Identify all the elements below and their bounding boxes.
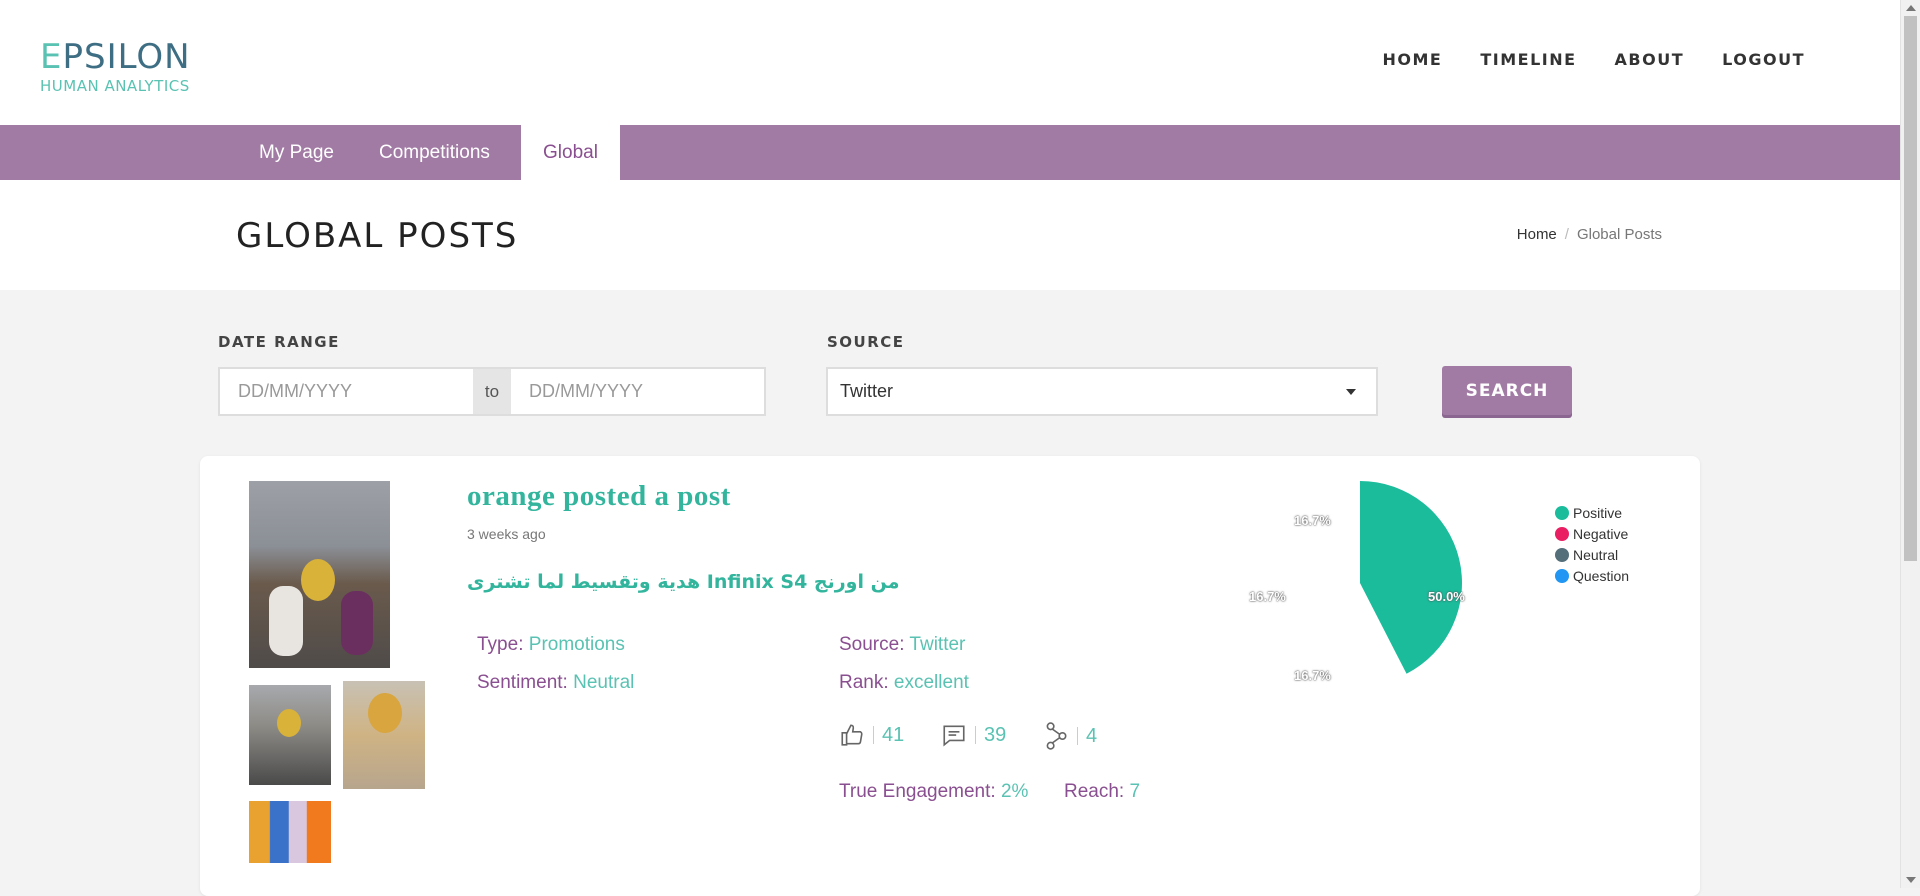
post-image-4[interactable] [249, 801, 331, 863]
caret-down-icon [1346, 389, 1356, 395]
post-source-label: Source: [839, 634, 905, 655]
comments-stat: 39 [941, 722, 1006, 748]
legend-dot [1555, 526, 1569, 541]
scrollbar-thumb[interactable] [1904, 16, 1917, 561]
top-header: EPSILON HUMAN ANALYTICS HOME TIMELINE AB… [0, 0, 1900, 125]
date-from-input[interactable] [220, 369, 473, 414]
post-title[interactable]: orange posted a post [467, 480, 731, 513]
post-rank: Rank: excellent [839, 672, 969, 694]
share-icon [1046, 722, 1067, 750]
reach: Reach: 7 [1064, 781, 1140, 803]
post-image-2[interactable] [249, 685, 331, 785]
breadcrumb-home[interactable]: Home [1517, 226, 1557, 243]
tab-my-page[interactable]: My Page [237, 125, 356, 180]
search-button[interactable]: SEARCH [1442, 366, 1572, 415]
person-shape [269, 586, 303, 656]
main-nav: HOME TIMELINE ABOUT LOGOUT [1383, 50, 1806, 69]
legend-dot [1555, 505, 1569, 520]
post-sentiment-value: Neutral [573, 672, 635, 693]
mascot-head-shape [277, 709, 301, 737]
breadcrumb: Home / Global Posts [1517, 226, 1662, 243]
reach-value: 7 [1129, 781, 1141, 802]
pie-label-neutral: 16.7% [1249, 589, 1286, 604]
post-type: Type: Promotions [477, 634, 625, 656]
legend-label: Question [1573, 567, 1630, 584]
stat-divider [873, 726, 874, 744]
breadcrumb-current: Global Posts [1576, 226, 1662, 243]
logo-sub-text: HUMAN ANALYTICS [40, 77, 190, 95]
post-image-main[interactable] [249, 481, 390, 668]
mascot-head-shape [301, 559, 335, 601]
thumbs-up-icon [841, 724, 863, 746]
breadcrumb-separator: / [1564, 226, 1569, 243]
post-image-3[interactable] [343, 681, 425, 789]
likes-stat: 41 [839, 722, 904, 748]
logo-rest: PSILON [62, 37, 191, 77]
date-range-label: DATE RANGE [218, 333, 340, 351]
tab-global[interactable]: Global [521, 125, 620, 180]
engagement-value: 2% [1000, 781, 1029, 802]
legend-dot [1555, 568, 1569, 583]
mascot-head-shape [368, 693, 402, 733]
pie-label-question: 16.7% [1294, 668, 1331, 683]
person-shape [341, 591, 373, 655]
stat-divider [1077, 727, 1078, 745]
nav-logout[interactable]: LOGOUT [1722, 50, 1805, 69]
pie-slice-positive[interactable] [1360, 481, 1462, 674]
likes-count: 41 [882, 723, 905, 746]
legend-item-question[interactable]: Question [1555, 565, 1629, 586]
engagement-label: True Engagement: [839, 781, 996, 802]
legend-label: Negative [1573, 525, 1629, 542]
post-rank-label: Rank: [839, 672, 889, 693]
date-to-input[interactable] [511, 369, 764, 414]
logo-e: E [40, 37, 63, 77]
post-rank-value: excellent [893, 672, 969, 693]
scroll-down-arrow-icon[interactable] [1906, 877, 1916, 883]
pie-legend: Positive Negative Neutral Question [1555, 502, 1629, 586]
source-label: SOURCE [827, 333, 905, 351]
nav-about[interactable]: ABOUT [1615, 50, 1685, 69]
post-sentiment: Sentiment: Neutral [477, 672, 634, 694]
tab-competitions[interactable]: Competitions [357, 125, 512, 180]
post-card: orange posted a post 3 weeks ago من اورن… [200, 456, 1700, 896]
comments-count: 39 [984, 723, 1007, 746]
comment-icon [943, 725, 965, 747]
tab-bar: My Page Competitions Global [0, 125, 1900, 180]
nav-home[interactable]: HOME [1383, 50, 1443, 69]
page-title: GLOBAL POSTS [236, 216, 519, 256]
post-type-value: Promotions [528, 634, 625, 655]
logo-main-text: EPSILON [40, 40, 191, 74]
stat-divider [975, 726, 976, 744]
post-text: من اورنج Infinix S4 هدية وتقسيط لما تشتر… [467, 571, 900, 593]
source-select-value: Twitter [840, 381, 894, 401]
date-to-separator: to [473, 369, 511, 414]
scroll-up-arrow-icon[interactable] [1906, 5, 1916, 11]
page-scrollbar[interactable] [1900, 0, 1920, 888]
pie-label-positive: 50.0% [1428, 589, 1465, 604]
post-time: 3 weeks ago [467, 526, 546, 542]
nav-timeline[interactable]: TIMELINE [1480, 50, 1576, 69]
date-range-group: to [218, 367, 766, 416]
shares-count: 4 [1086, 724, 1098, 747]
post-sentiment-label: Sentiment: [477, 672, 568, 693]
title-band: GLOBAL POSTS Home / Global Posts [0, 180, 1900, 290]
post-source: Source: Twitter [839, 634, 965, 656]
legend-item-positive[interactable]: Positive [1555, 502, 1629, 523]
reach-label: Reach: [1064, 781, 1125, 802]
true-engagement: True Engagement: 2% [839, 781, 1028, 803]
shares-stat: 4 [1043, 722, 1097, 750]
pie-label-negative: 16.7% [1294, 513, 1331, 528]
legend-dot [1555, 547, 1569, 562]
source-select[interactable]: Twitter [826, 367, 1378, 416]
legend-item-negative[interactable]: Negative [1555, 523, 1629, 544]
legend-label: Positive [1573, 504, 1623, 521]
legend-item-neutral[interactable]: Neutral [1555, 544, 1629, 565]
post-source-value: Twitter [909, 634, 966, 655]
legend-label: Neutral [1573, 546, 1619, 563]
post-type-label: Type: [477, 634, 524, 655]
logo[interactable]: EPSILON HUMAN ANALYTICS [40, 40, 191, 95]
